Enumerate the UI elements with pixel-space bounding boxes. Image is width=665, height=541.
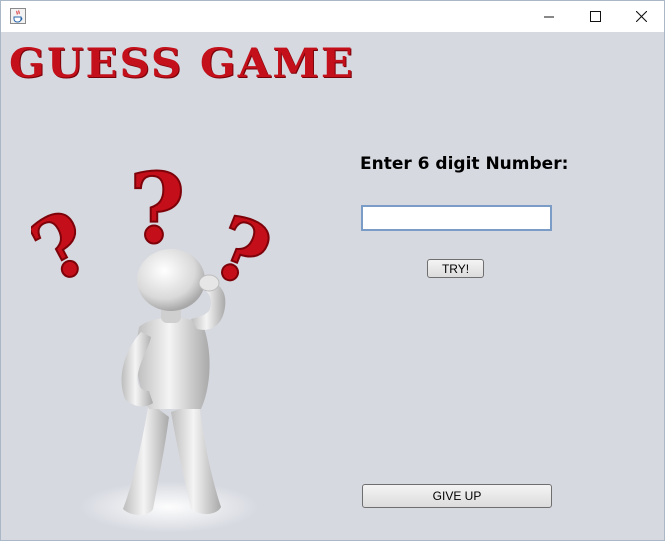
prompt-label: Enter 6 digit Number: — [360, 154, 569, 174]
title-bar[interactable] — [1, 1, 664, 32]
svg-text:?: ? — [129, 152, 185, 265]
svg-text:?: ? — [31, 191, 108, 304]
maximize-icon — [589, 11, 601, 22]
game-title: GUESS GAME — [9, 40, 355, 87]
close-icon — [635, 11, 647, 22]
minimize-button[interactable] — [526, 1, 572, 32]
close-button[interactable] — [618, 1, 664, 32]
question-mark-center-icon: ? — [128, 151, 186, 266]
try-button[interactable]: TRY! — [427, 259, 484, 278]
java-app-icon — [10, 8, 26, 24]
maximize-button[interactable] — [572, 1, 618, 32]
guess-number-input[interactable] — [361, 205, 552, 231]
app-window: GUESS GAME ? ? ? Enter 6 digit Number: T… — [0, 0, 665, 541]
game-panel: GUESS GAME ? ? ? Enter 6 digit Number: T… — [1, 32, 664, 540]
thinking-figure-illustration: ? ? ? — [31, 151, 284, 533]
minimize-icon — [543, 16, 554, 18]
question-mark-left-icon: ? — [31, 190, 109, 305]
give-up-button[interactable]: GIVE UP — [362, 484, 552, 508]
